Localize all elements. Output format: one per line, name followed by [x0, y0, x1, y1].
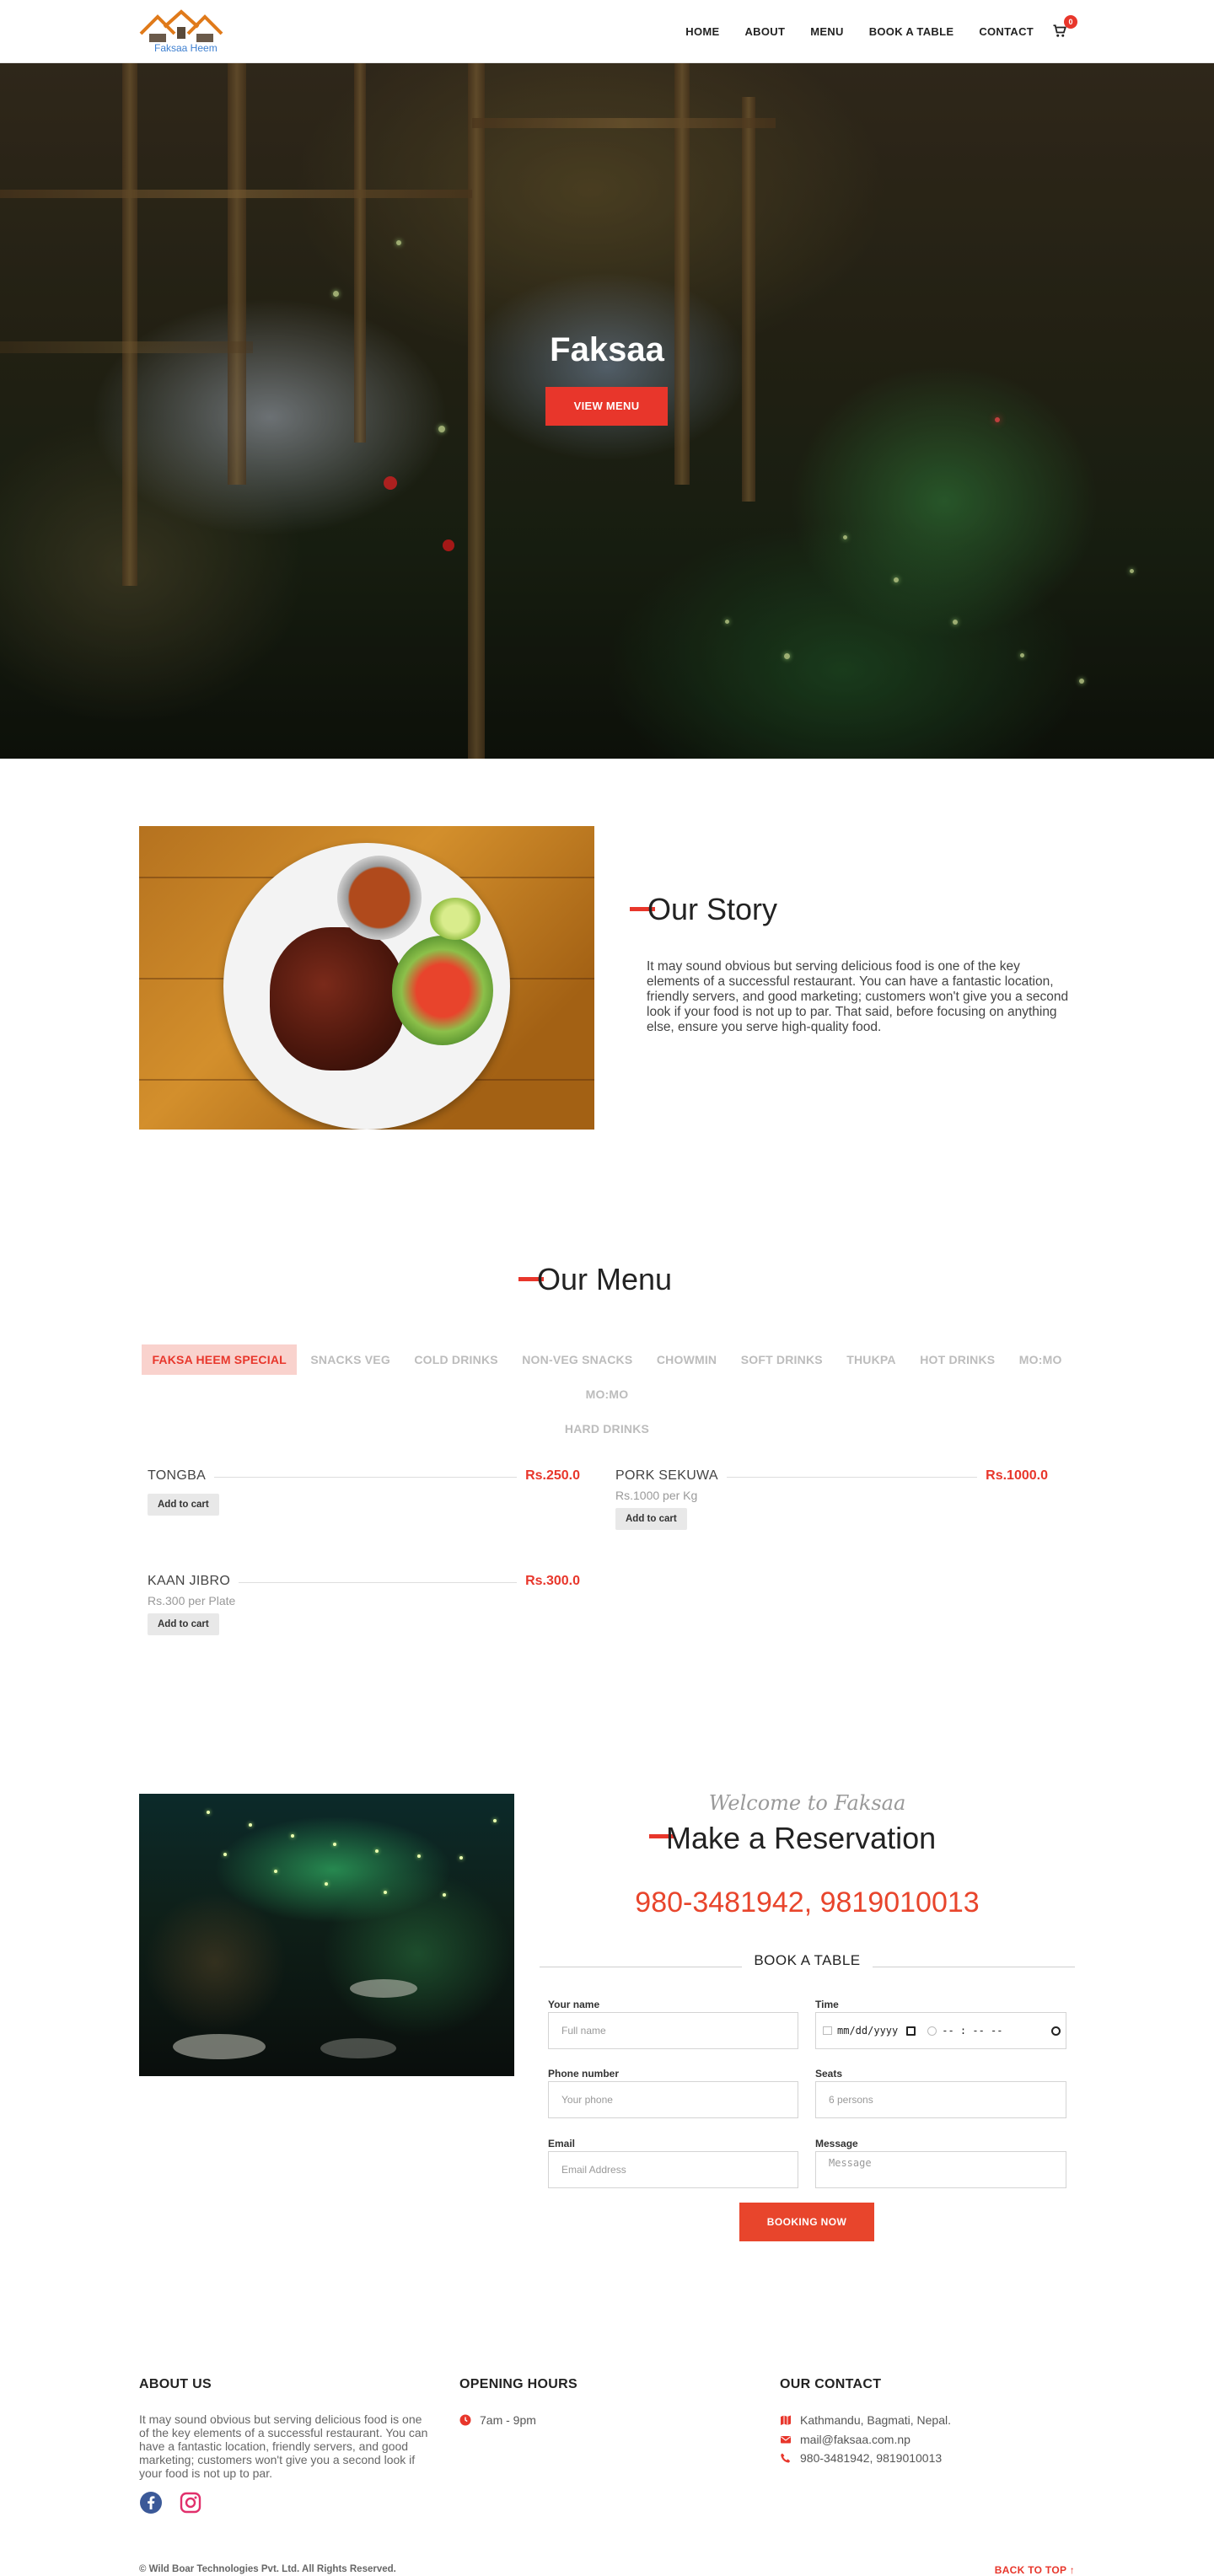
logo[interactable]: Faksaa Heem — [139, 8, 223, 55]
menu-item-price: Rs.1000.0 — [977, 1468, 1048, 1484]
seats-label: Seats — [815, 2068, 843, 2080]
tab-cold-drinks[interactable]: COLD DRINKS — [404, 1344, 508, 1375]
footer-contact-title: OUR CONTACT — [780, 2377, 882, 2391]
add-to-cart-button[interactable]: Add to cart — [615, 1508, 687, 1530]
tab-snacks-veg[interactable]: SNACKS VEG — [300, 1344, 400, 1375]
menu-item-name: TONGBA — [148, 1468, 215, 1484]
instagram-icon — [180, 2492, 201, 2514]
menu-item-name: KAAN JIBRO — [148, 1574, 239, 1589]
contact-address: Kathmandu, Bagmati, Nepal. — [780, 2413, 951, 2427]
message-label: Message — [815, 2138, 858, 2149]
instagram-link[interactable] — [179, 2491, 202, 2514]
main-nav: HOME ABOUT MENU BOOK A TABLE CONTACT 0 — [685, 15, 1077, 39]
phone-input[interactable]: Your phone — [548, 2081, 798, 2118]
date-field[interactable]: mm/dd/yyyy — [837, 2013, 898, 2048]
address-text: Kathmandu, Bagmati, Nepal. — [800, 2413, 951, 2427]
tab-thukpa[interactable]: THUKPA — [836, 1344, 906, 1375]
nav-book-a-table[interactable]: BOOK A TABLE — [869, 25, 954, 38]
story-food-image — [139, 826, 594, 1130]
cart-count-badge: 0 — [1064, 15, 1077, 29]
message-textarea[interactable]: Message — [815, 2151, 1066, 2188]
seats-input[interactable]: 6 persons — [815, 2081, 1066, 2118]
tab-non-veg-snacks[interactable]: NON-VEG SNACKS — [512, 1344, 642, 1375]
story-text: It may sound obvious but serving delicio… — [647, 959, 1069, 1034]
clock-icon — [927, 2026, 937, 2036]
view-menu-button[interactable]: VIEW MENU — [545, 387, 668, 426]
tab-hard-drinks[interactable]: HARD DRINKS — [555, 1414, 659, 1444]
cart-button[interactable]: 0 — [1052, 15, 1077, 39]
facebook-icon — [140, 2492, 162, 2514]
menu-item-price: Rs.300.0 — [517, 1574, 580, 1589]
clock-icon — [459, 2414, 471, 2426]
map-icon — [781, 2415, 791, 2425]
hero-banner: Faksaa VIEW MENU — [0, 63, 1214, 759]
phone-label: Phone number — [548, 2068, 620, 2080]
book-table-title: BOOK A TABLE — [742, 1952, 873, 1968]
time-picker-icon[interactable] — [1051, 2026, 1061, 2036]
reservation-phones: 980-3481942, 9819010013 — [635, 1886, 980, 1919]
calendar-icon — [823, 2026, 832, 2035]
menu-title: Our Menu — [537, 1262, 673, 1296]
tab-momo-2[interactable]: MO:MO — [576, 1379, 639, 1409]
navbar: Faksaa Heem HOME ABOUT MENU BOOK A TABLE… — [0, 0, 1214, 63]
facebook-link[interactable] — [139, 2491, 163, 2514]
story-title: Our Story — [647, 892, 778, 926]
nav-contact[interactable]: CONTACT — [979, 25, 1034, 38]
tab-momo[interactable]: MO:MO — [1009, 1344, 1072, 1375]
tab-faksa-heem-special[interactable]: FAKSA HEEM SPECIAL — [142, 1344, 297, 1375]
date-time-input[interactable]: mm/dd/yyyy -- : -- -- — [815, 2012, 1066, 2049]
calendar-picker-icon[interactable] — [906, 2026, 916, 2036]
reservation-title: Make a Reservation — [666, 1821, 937, 1855]
time-field[interactable]: -- : -- -- — [942, 2013, 1002, 2048]
logo-text: Faksaa Heem — [154, 42, 218, 54]
menu-category-tabs: FAKSA HEEM SPECIAL SNACKS VEG COLD DRINK… — [139, 1344, 1075, 1448]
footer-about-text: It may sound obvious but serving delicio… — [139, 2412, 428, 2480]
add-to-cart-button[interactable]: Add to cart — [148, 1494, 219, 1516]
tab-chowmin[interactable]: CHOWMIN — [647, 1344, 727, 1375]
hero-title: Faksaa — [550, 331, 664, 368]
menu-item-unit: Rs.300 per Plate — [148, 1594, 236, 1607]
email-input[interactable]: Email Address — [548, 2151, 798, 2188]
email-label: Email — [548, 2138, 576, 2149]
menu-item-price: Rs.250.0 — [517, 1468, 580, 1484]
add-to-cart-button[interactable]: Add to cart — [148, 1613, 219, 1635]
phone-icon — [781, 2453, 791, 2463]
full-name-input[interactable]: Full name — [548, 2012, 798, 2049]
email-text[interactable]: mail@faksaa.com.np — [800, 2433, 910, 2446]
name-label: Your name — [548, 1999, 600, 2010]
reservation-image — [139, 1794, 514, 2076]
reservation-welcome: Welcome to Faksaa — [708, 1791, 906, 1815]
tab-hot-drinks[interactable]: HOT DRINKS — [910, 1344, 1005, 1375]
time-label: Time — [815, 1999, 839, 2010]
contact-email[interactable]: mail@faksaa.com.np — [780, 2433, 910, 2446]
nav-home[interactable]: HOME — [685, 25, 719, 38]
envelope-icon — [781, 2436, 791, 2444]
tab-soft-drinks[interactable]: SOFT DRINKS — [731, 1344, 833, 1375]
booking-now-button[interactable]: BOOKING NOW — [739, 2203, 874, 2241]
nav-menu[interactable]: MENU — [810, 25, 843, 38]
opening-hours-text: 7am - 9pm — [480, 2413, 536, 2427]
opening-hours: 7am - 9pm — [459, 2413, 536, 2427]
menu-item-name: PORK SEKUWA — [615, 1468, 727, 1484]
nav-about[interactable]: ABOUT — [744, 25, 785, 38]
footer-about-title: ABOUT US — [139, 2377, 212, 2391]
back-to-top-link[interactable]: BACK TO TOP ↑ — [995, 2564, 1075, 2576]
book-table-heading: BOOK A TABLE — [540, 1952, 1075, 1969]
contact-phone[interactable]: 980-3481942, 9819010013 — [780, 2451, 942, 2465]
footer-hours-title: OPENING HOURS — [459, 2377, 577, 2391]
menu-item-unit: Rs.1000 per Kg — [615, 1489, 698, 1502]
copyright: © Wild Boar Technologies Pvt. Ltd. All R… — [139, 2564, 396, 2574]
phone-text[interactable]: 980-3481942, 9819010013 — [800, 2451, 942, 2465]
